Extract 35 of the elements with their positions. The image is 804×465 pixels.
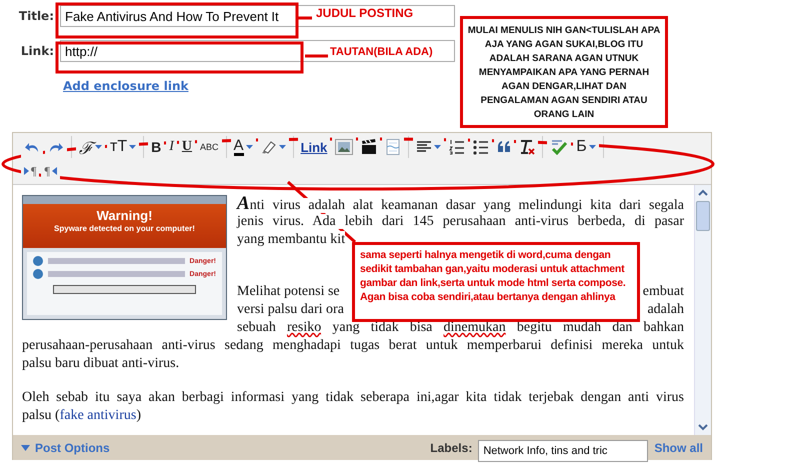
paragraph-line: Anti virus adalah alat keamanan dasar yang melindungi kita dari segala bbox=[237, 195, 684, 213]
paragraph-fragment: versi palsu dari ora bbox=[237, 301, 344, 319]
scroll-thumb[interactable] bbox=[696, 201, 710, 231]
paragraph-fragment: yang membantu kit bbox=[237, 231, 346, 249]
bullet-list-icon bbox=[473, 139, 490, 155]
warning-subtitle: Spyware detected on your computer! bbox=[54, 224, 195, 234]
add-enclosure-link[interactable]: Add enclosure link bbox=[63, 79, 188, 93]
scrollbar[interactable] bbox=[694, 185, 711, 435]
annotation-box: sama seperti halnya mengetik di word,cuma dengan sedikit tambahan gan,yaitu moderasi untuk attachment gambar dan link,serta untuk mode html serta compose. Agan bisa coba sendiri,atau bertanya dengan ahlinya bbox=[352, 242, 640, 322]
labels-field[interactable]: Network Info, tins and tric bbox=[478, 440, 648, 462]
align-left-icon bbox=[416, 140, 432, 154]
warning-title: Warning! bbox=[96, 208, 152, 224]
clear-formatting-icon bbox=[519, 139, 536, 155]
page-break-icon bbox=[385, 139, 402, 155]
caret-icon bbox=[21, 444, 30, 450]
annotation-box: MULAI MENULIS NIH GAN<TULISLAH APA AJA YANG AGAN SUKAI,BLOG ITU ADALAH SARANA AGAN UTNUK MENYAMPAIKAN APA YANG PERNAH AGAN DENGAR,LIHAT DAN PENGALAMAN AGAN SENDIRI ATAU ORANG LAIN bbox=[460, 16, 668, 128]
insert-image-button[interactable] bbox=[332, 136, 356, 158]
numbered-list-icon bbox=[449, 139, 466, 155]
annotation-note: JUDUL POSTING bbox=[316, 6, 414, 20]
paragraph-line: palsu (fake antivirus) bbox=[22, 407, 142, 425]
triangle-icon bbox=[52, 167, 57, 175]
link-label: Link: bbox=[20, 44, 54, 58]
text-color-button[interactable]: A bbox=[230, 136, 256, 158]
dash-mark bbox=[305, 54, 328, 58]
title-label: Title: bbox=[18, 9, 54, 23]
dash-mark bbox=[298, 16, 312, 20]
paragraph-fragment: Melihat potensi se bbox=[237, 283, 340, 301]
marker-icon bbox=[260, 140, 277, 154]
spellcheck-icon bbox=[550, 139, 568, 155]
labels-label: Labels: bbox=[430, 440, 472, 454]
quote-icon bbox=[497, 141, 512, 153]
clapperboard-icon bbox=[361, 139, 378, 155]
annotation-note: TAUTAN(BILA ADA) bbox=[330, 46, 433, 58]
image-icon bbox=[335, 139, 354, 155]
triangle-icon bbox=[24, 167, 29, 175]
